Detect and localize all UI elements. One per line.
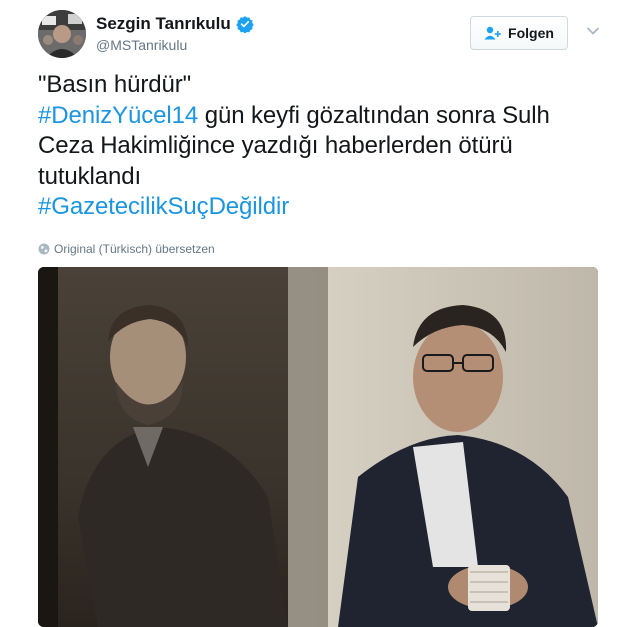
tweet-photo[interactable] xyxy=(38,267,598,627)
avatar-photo-icon xyxy=(38,10,86,58)
translate-link[interactable]: Original (Türkisch) übersetzen xyxy=(38,242,215,256)
display-name[interactable]: Sezgin Tanrıkulu xyxy=(96,14,231,34)
avatar[interactable] xyxy=(38,10,86,58)
chevron-down-icon[interactable] xyxy=(586,26,600,36)
tweet-line-hashtag: #GazetecilikSuçDeğildir xyxy=(38,192,608,223)
person-plus-icon xyxy=(484,26,501,40)
globe-icon xyxy=(38,243,50,255)
user-handle[interactable]: @MSTanrikulu xyxy=(96,37,187,53)
hashtag-link-denizyucel14[interactable]: #DenizYücel14 xyxy=(38,102,198,129)
tweet-line-quote: "Basın hürdür" xyxy=(38,71,192,98)
tweet-line-main: #DenizYücel14 gün keyfi gözaltından sonr… xyxy=(38,101,608,193)
translate-label: Original (Türkisch) übersetzen xyxy=(54,242,215,256)
photo-image xyxy=(38,267,598,627)
follow-button[interactable]: Folgen xyxy=(470,16,568,50)
hashtag-link-gazetecilik[interactable]: #GazetecilikSuçDeğildir xyxy=(38,193,289,220)
display-name-row: Sezgin Tanrıkulu xyxy=(96,14,254,34)
verified-badge-icon xyxy=(236,16,254,33)
tweet-text: "Basın hürdür" #DenizYücel14 gün keyfi g… xyxy=(38,70,608,223)
tweet-header: Sezgin Tanrıkulu @MSTanrikulu Folgen xyxy=(38,10,608,60)
follow-button-label: Folgen xyxy=(508,25,554,41)
